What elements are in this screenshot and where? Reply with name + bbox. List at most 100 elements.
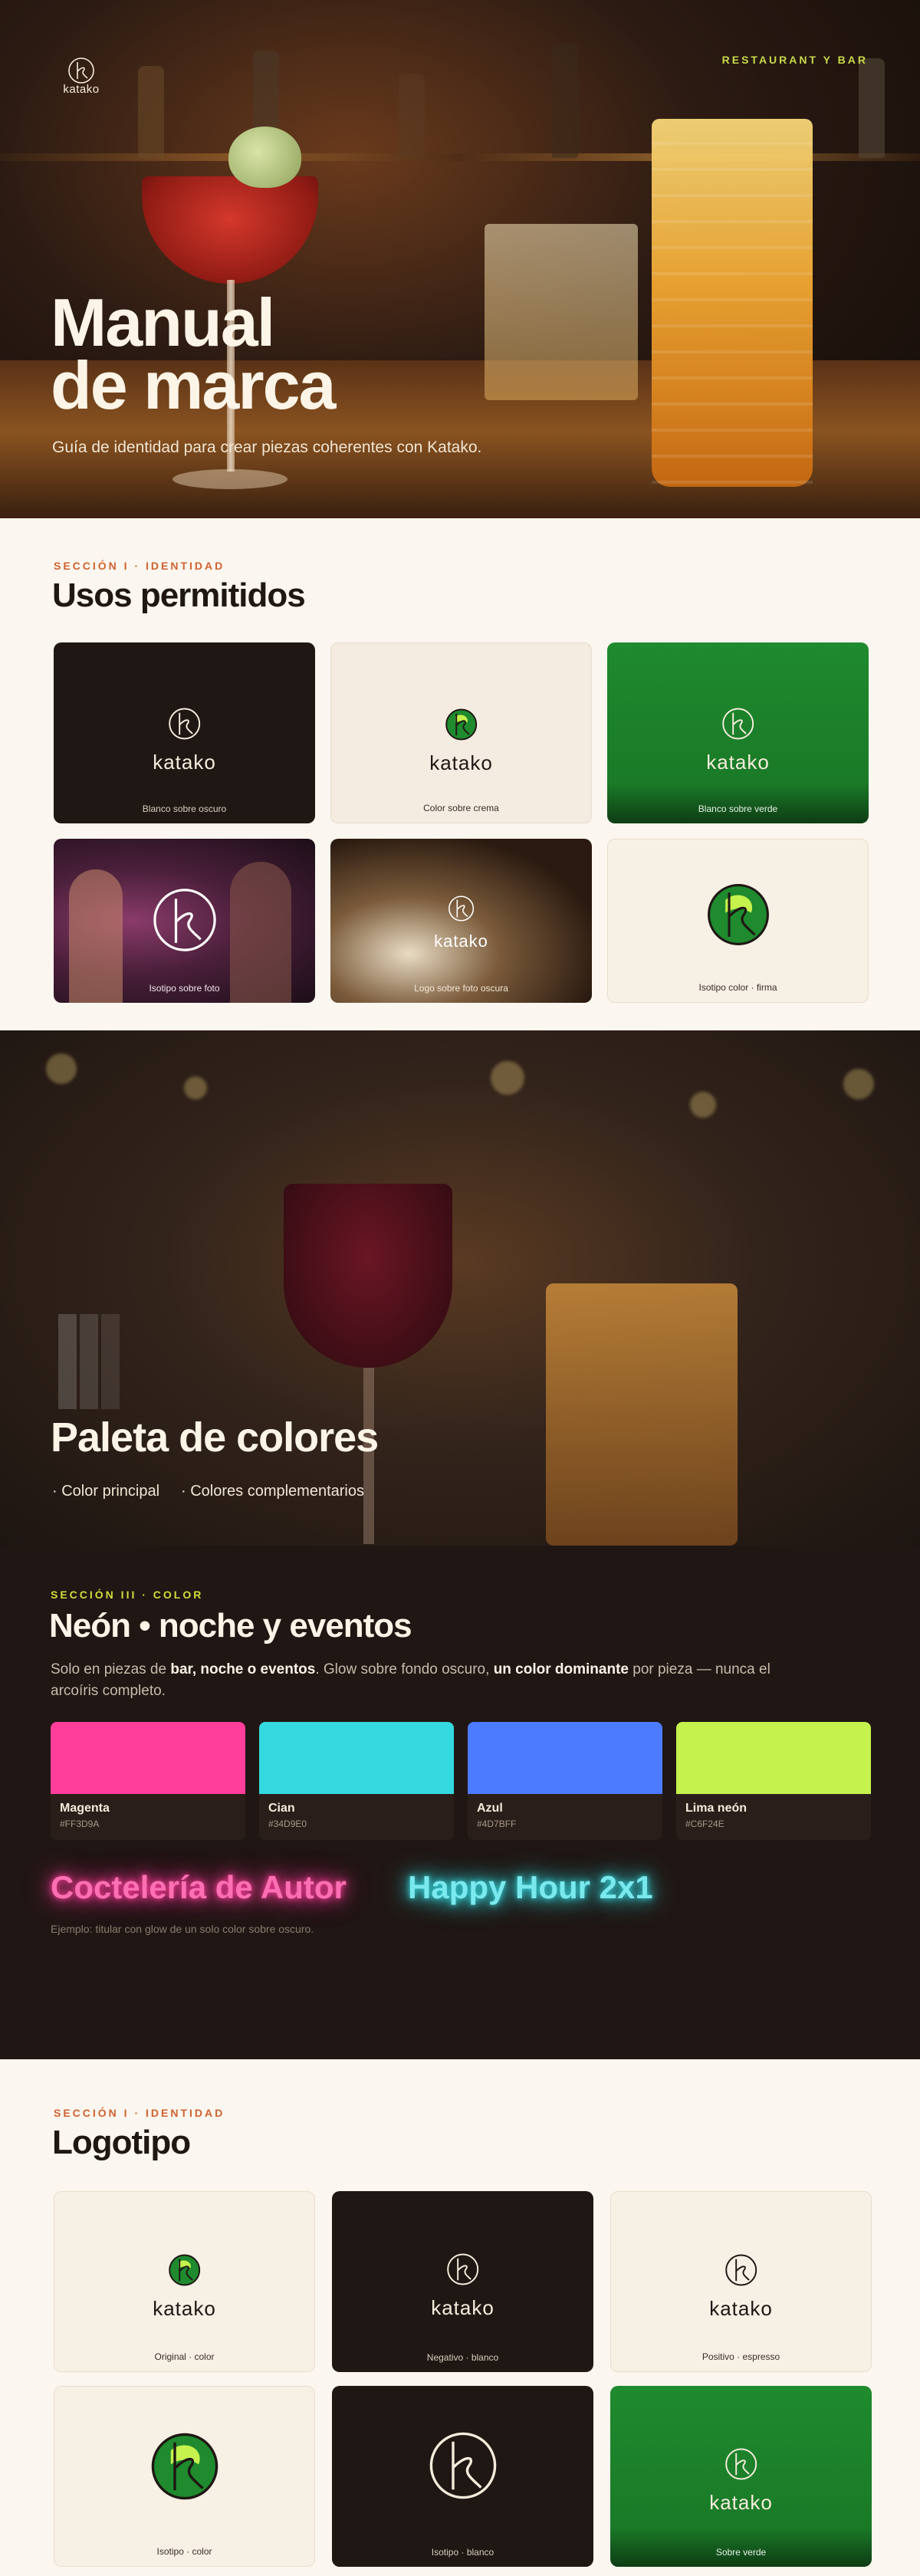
logo-mark — [702, 878, 775, 955]
logo-usage-card[interactable]: Isotipo color · firma — [607, 839, 869, 1003]
isotipo-icon — [722, 708, 754, 740]
card-caption: Original · color — [154, 2351, 215, 2362]
color-swatch[interactable]: Lima neón #C6F24E — [676, 1722, 871, 1840]
bokeh-light — [184, 1076, 207, 1099]
cocktail-glass-small — [485, 224, 638, 400]
logo-usage-card[interactable]: katako Blanco sobre verde — [607, 642, 869, 823]
desc-bold: bar, noche o eventos — [170, 1661, 316, 1677]
logo-variant-card[interactable]: katako Sobre verde — [610, 2386, 872, 2567]
swatch-hex: #C6F24E — [685, 1819, 724, 1829]
desc-text: Solo en piezas de — [51, 1661, 171, 1677]
logo-mark — [145, 2426, 225, 2510]
logo-wordmark: katako — [706, 751, 770, 774]
logo-mark: katako — [153, 704, 216, 774]
section-title: Usos permitidos — [52, 577, 306, 614]
section-eyebrow: SECCIÓN III · COLOR — [51, 1589, 204, 1601]
bottle — [552, 43, 578, 158]
beer-glass — [546, 1283, 738, 1546]
isotipo-color-icon — [707, 884, 769, 945]
card-caption: Sobre verde — [715, 2547, 767, 2558]
neon-sample-magenta: Coctelería de Autor — [51, 1869, 347, 1905]
logo-wordmark: katako — [709, 2297, 773, 2320]
title-line-2: de marca — [51, 347, 336, 423]
bottle — [399, 74, 425, 158]
section-title: Logotipo — [52, 2124, 191, 2161]
card-caption: Positivo · espresso — [702, 2351, 780, 2362]
decor-bar — [101, 1314, 120, 1409]
garnish — [228, 127, 301, 188]
logo-wordmark: katako — [434, 932, 488, 951]
decor-bar — [58, 1314, 77, 1409]
hero-section: katako RESTAURANT Y BAR Manual de marca … — [0, 0, 920, 518]
logo-mark: katako — [709, 2444, 773, 2515]
logo-usage-card[interactable]: katako Color sobre crema — [330, 642, 592, 823]
logo-mark: katako — [709, 2250, 773, 2321]
isotipo-color-icon — [169, 2254, 200, 2286]
bottle — [138, 66, 164, 158]
section-title: Neón • noche y eventos — [49, 1607, 412, 1644]
isotipo-color-icon — [445, 708, 477, 741]
neon-description: Solo en piezas de bar, noche o eventos. … — [51, 1659, 787, 1702]
logo-usage-card[interactable]: Isotipo sobre foto — [54, 839, 315, 1003]
palette-nav-item[interactable]: · Colores complementarios — [181, 1483, 364, 1500]
logo-variant-card[interactable]: katako Negativo · blanco — [332, 2191, 593, 2372]
swatch-name: Cian — [268, 1802, 295, 1815]
card-caption: Isotipo color · firma — [698, 982, 777, 993]
palette-title: Paleta de colores — [51, 1414, 379, 1460]
neon-example-note: Ejemplo: titular con glow de un solo col… — [51, 1923, 314, 1935]
page-title: Manual de marca — [51, 289, 336, 419]
swatch-name: Magenta — [60, 1802, 110, 1815]
logo-wordmark: katako — [153, 751, 216, 774]
cocktail-glass-orange — [652, 119, 813, 487]
swatch-hex: #34D9E0 — [268, 1819, 307, 1829]
logo-usage-card[interactable]: katako Logo sobre foto oscura — [330, 839, 592, 1003]
brand-tagline: RESTAURANT Y BAR — [721, 54, 868, 66]
isotipo-icon — [429, 2432, 496, 2499]
color-swatch[interactable]: Azul #4D7BFF — [468, 1722, 662, 1840]
section-eyebrow: SECCIÓN I · IDENTIDAD — [54, 2107, 225, 2119]
logo-variant-card[interactable]: katako Original · color — [54, 2191, 315, 2372]
color-swatch[interactable]: Magenta #FF3D9A — [51, 1722, 245, 1840]
logo-mark: katako — [153, 2250, 216, 2321]
swatch-chip — [468, 1722, 662, 1794]
logo-wordmark: katako — [429, 751, 493, 774]
bokeh-light — [46, 1053, 77, 1084]
logo-wordmark: katako — [431, 2296, 495, 2319]
card-caption: Isotipo · color — [156, 2546, 212, 2557]
logo-mark: katako — [431, 2249, 495, 2320]
logo-mark: katako — [434, 892, 488, 951]
logo-usage-card[interactable]: katako Blanco sobre oscuro — [54, 642, 315, 823]
cocktail-glass-red — [142, 176, 318, 284]
isotipo-icon — [725, 2448, 757, 2480]
card-caption: Blanco sobre oscuro — [142, 803, 227, 814]
palette-nav-label: Color principal — [61, 1483, 160, 1500]
card-caption: Isotipo sobre foto — [149, 983, 220, 994]
brand-name[interactable]: katako — [54, 83, 109, 96]
logo-wordmark: katako — [709, 2491, 773, 2514]
palette-hero-section: Paleta de colores · Color principal · Co… — [0, 1030, 920, 1546]
isotipo-icon — [725, 2254, 757, 2286]
isotipo-icon — [448, 895, 475, 922]
logo-variant-card[interactable]: katako Positivo · espresso — [610, 2191, 872, 2372]
desc-bold: un color dominante — [493, 1661, 629, 1677]
swatch-chip — [51, 1722, 245, 1794]
isotipo-icon — [447, 2253, 478, 2285]
color-swatch[interactable]: Cian #34D9E0 — [259, 1722, 454, 1840]
logo-wordmark: katako — [153, 2297, 216, 2320]
card-caption: Negativo · blanco — [426, 2352, 499, 2363]
neon-sample-cyan: Happy Hour 2x1 — [408, 1869, 653, 1905]
bokeh-light — [690, 1092, 716, 1118]
swatch-name: Lima neón — [685, 1802, 748, 1815]
decor-bar — [80, 1314, 98, 1409]
logo-variant-card[interactable]: Isotipo · color — [54, 2386, 315, 2567]
section-eyebrow: SECCIÓN I · IDENTIDAD — [54, 560, 225, 572]
swatch-name: Azul — [477, 1802, 503, 1815]
isotipo-icon — [169, 708, 200, 740]
logo-variant-card[interactable]: Isotipo · blanco — [332, 2386, 593, 2567]
palette-nav-item[interactable]: · Color principal — [52, 1483, 159, 1500]
swatch-hex: #4D7BFF — [477, 1819, 517, 1829]
desc-text: . Glow sobre fondo oscuro, — [315, 1661, 494, 1677]
swatch-hex: #FF3D9A — [60, 1819, 100, 1829]
glass-foot — [172, 469, 288, 489]
swatch-chip — [676, 1722, 871, 1794]
